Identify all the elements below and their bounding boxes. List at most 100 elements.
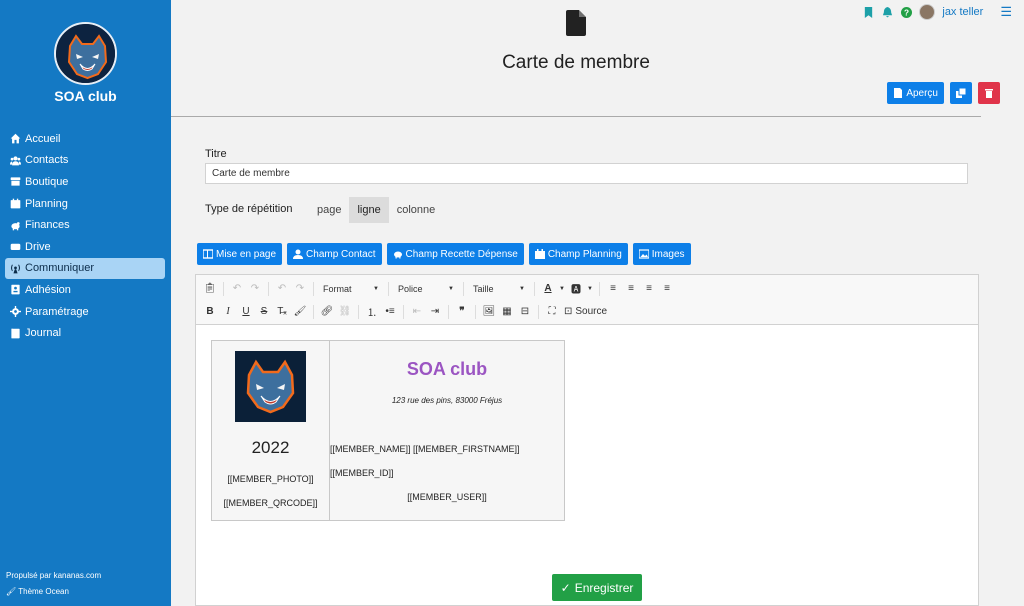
police-select-label: Police (398, 283, 423, 294)
member-name-placeholder: [[MEMBER_NAME]] [[MEMBER_FIRSTNAME]] (330, 444, 520, 454)
delete-button[interactable] (978, 82, 1000, 104)
sidebar-footer: Propulsé par kananas.com 🖌︎ Thème Ocean (6, 568, 101, 600)
sidebar-item-adhesion[interactable]: Adhésion (5, 279, 165, 301)
align-left-icon[interactable]: ≡ (605, 280, 621, 298)
member-user-placeholder: [[MEMBER_USER]] (407, 492, 487, 502)
bookmark-icon[interactable] (862, 6, 874, 18)
undo-icon[interactable]: ↶ (229, 280, 245, 298)
sidebar-item-communiquer[interactable]: Communiquer (5, 257, 165, 280)
align-center-icon[interactable]: ≡ (623, 280, 639, 298)
user-name[interactable]: jax teller (942, 6, 983, 18)
club-logo-image[interactable] (235, 351, 306, 422)
champ-planning-button[interactable]: Champ Planning (528, 243, 628, 265)
bold-icon[interactable]: B (202, 303, 218, 321)
theme-link[interactable]: 🖌︎ Thème Ocean (6, 584, 101, 600)
calendar-icon (534, 249, 545, 259)
member-photo-placeholder: [[MEMBER_PHOTO]] (227, 474, 314, 484)
avatar[interactable] (919, 4, 936, 20)
page-title: Carte de membre (502, 52, 650, 73)
caret-down-icon: ▼ (373, 285, 379, 292)
editor-toolbar: 📋︎ ↶ ↷ ↶ ↷ Format ▼ Police ▼ Taille ▼ A ▼ 🅰︎… (196, 275, 978, 325)
maximize-icon[interactable]: ⛶ (544, 303, 560, 321)
repetition-option-page[interactable]: page (309, 197, 350, 223)
member-card-table[interactable]: 2022 [[MEMBER_PHOTO]] [[MEMBER_QRCODE]] … (211, 340, 565, 521)
sidebar-item-contacts[interactable]: Contacts (5, 150, 165, 172)
source-label: Source (575, 306, 608, 317)
save-button[interactable]: ✓ Enregistrer (552, 574, 642, 601)
titre-input[interactable] (205, 163, 968, 184)
sidebar-item-label: Contacts (25, 154, 69, 167)
blockquote-icon[interactable]: ❞ (454, 303, 470, 321)
sidebar: SOA club Accueil Contacts Boutique Plann… (0, 0, 171, 606)
table-icon[interactable]: ▦ (499, 303, 515, 321)
toolbar-separator (463, 281, 464, 296)
format-select[interactable]: Format ▼ (319, 280, 383, 298)
champ-recette-depense-label: Champ Recette Dépense (405, 248, 518, 260)
strikethrough-icon[interactable]: S (256, 303, 272, 321)
background-color-icon[interactable]: 🅰︎ (568, 280, 584, 298)
redo-alt-icon[interactable]: ↷ (292, 280, 308, 298)
topbar: ? jax teller ☰ (862, 4, 1012, 20)
trash-icon (985, 89, 993, 98)
sidebar-item-label: Paramétrage (25, 305, 89, 318)
source-button[interactable]: ⊡ Source (562, 303, 609, 321)
toolbar-separator (223, 281, 224, 296)
align-right-icon[interactable]: ≡ (641, 280, 657, 298)
champ-recette-depense-button[interactable]: Champ Recette Dépense (386, 243, 524, 265)
toolbar-separator (448, 304, 449, 319)
italic-icon[interactable]: I (220, 303, 236, 321)
bell-icon[interactable] (881, 6, 893, 18)
sidebar-item-journal[interactable]: Journal (5, 322, 165, 344)
copy-format-icon[interactable]: 🖌︎ (292, 303, 308, 321)
file-pdf-icon (894, 88, 903, 98)
home-icon (8, 133, 22, 145)
align-justify-icon[interactable]: ≡ (659, 280, 675, 298)
book-icon (8, 327, 22, 339)
sidebar-item-finances[interactable]: Finances (5, 214, 165, 236)
champ-contact-button[interactable]: Champ Contact (287, 243, 382, 265)
toolbar-row-1: 📋︎ ↶ ↷ ↶ ↷ Format ▼ Police ▼ Taille ▼ A ▼ 🅰︎… (202, 277, 972, 300)
user-icon (293, 249, 304, 259)
sidebar-item-accueil[interactable]: Accueil (5, 128, 165, 150)
club-logo[interactable] (54, 22, 117, 85)
image-icon[interactable]: 🖼︎ (481, 303, 497, 321)
toolbar-separator (403, 304, 404, 319)
save-label: Enregistrer (574, 580, 634, 595)
images-button[interactable]: Images (632, 243, 691, 265)
outdent-icon[interactable]: ⇤ (409, 303, 425, 321)
police-select[interactable]: Police ▼ (394, 280, 458, 298)
sidebar-item-parametrage[interactable]: Paramétrage (5, 301, 165, 323)
sidebar-item-label: Drive (25, 240, 51, 253)
caret-down-icon[interactable]: ▼ (558, 280, 566, 298)
duplicate-button[interactable] (950, 82, 972, 104)
horizontal-rule-icon[interactable]: ⊟ (517, 303, 533, 321)
hamburger-menu-icon[interactable]: ☰ (1000, 4, 1012, 20)
paste-icon[interactable]: 📋︎ (202, 280, 218, 298)
text-color-icon[interactable]: A (540, 280, 556, 298)
drive-icon (8, 241, 22, 253)
indent-icon[interactable]: ⇥ (427, 303, 443, 321)
redo-icon[interactable]: ↷ (247, 280, 263, 298)
sidebar-item-drive[interactable]: Drive (5, 236, 165, 258)
powered-by-link[interactable]: Propulsé par kananas.com (6, 568, 101, 584)
underline-icon[interactable]: U (238, 303, 254, 321)
toolbar-separator (388, 281, 389, 296)
caret-down-icon[interactable]: ▼ (586, 280, 594, 298)
link-icon[interactable]: 🔗︎ (319, 303, 335, 321)
unlink-icon[interactable]: ⛓︎ (337, 303, 353, 321)
member-card-right-cell[interactable]: SOA club 123 rue des pins, 83000 Fréjus … (330, 341, 564, 520)
member-card-left-cell[interactable]: 2022 [[MEMBER_PHOTO]] [[MEMBER_QRCODE]] (212, 341, 330, 520)
mise-en-page-button[interactable]: Mise en page (197, 243, 283, 265)
taille-select[interactable]: Taille ▼ (469, 280, 529, 298)
repetition-option-colonne[interactable]: colonne (388, 197, 444, 223)
bullet-list-icon[interactable]: •≡ (382, 303, 398, 321)
sidebar-item-boutique[interactable]: Boutique (5, 171, 165, 193)
preview-button[interactable]: Aperçu (887, 82, 944, 104)
sidebar-item-planning[interactable]: Planning (5, 193, 165, 215)
remove-format-icon[interactable]: T̶ₓ (274, 303, 290, 321)
help-icon[interactable]: ? (900, 6, 912, 18)
undo-alt-icon[interactable]: ↶ (274, 280, 290, 298)
repetition-option-ligne[interactable]: ligne (349, 197, 389, 223)
sidebar-item-label: Communiquer (25, 262, 95, 275)
numbered-list-icon[interactable]: ⒈ (364, 303, 380, 321)
